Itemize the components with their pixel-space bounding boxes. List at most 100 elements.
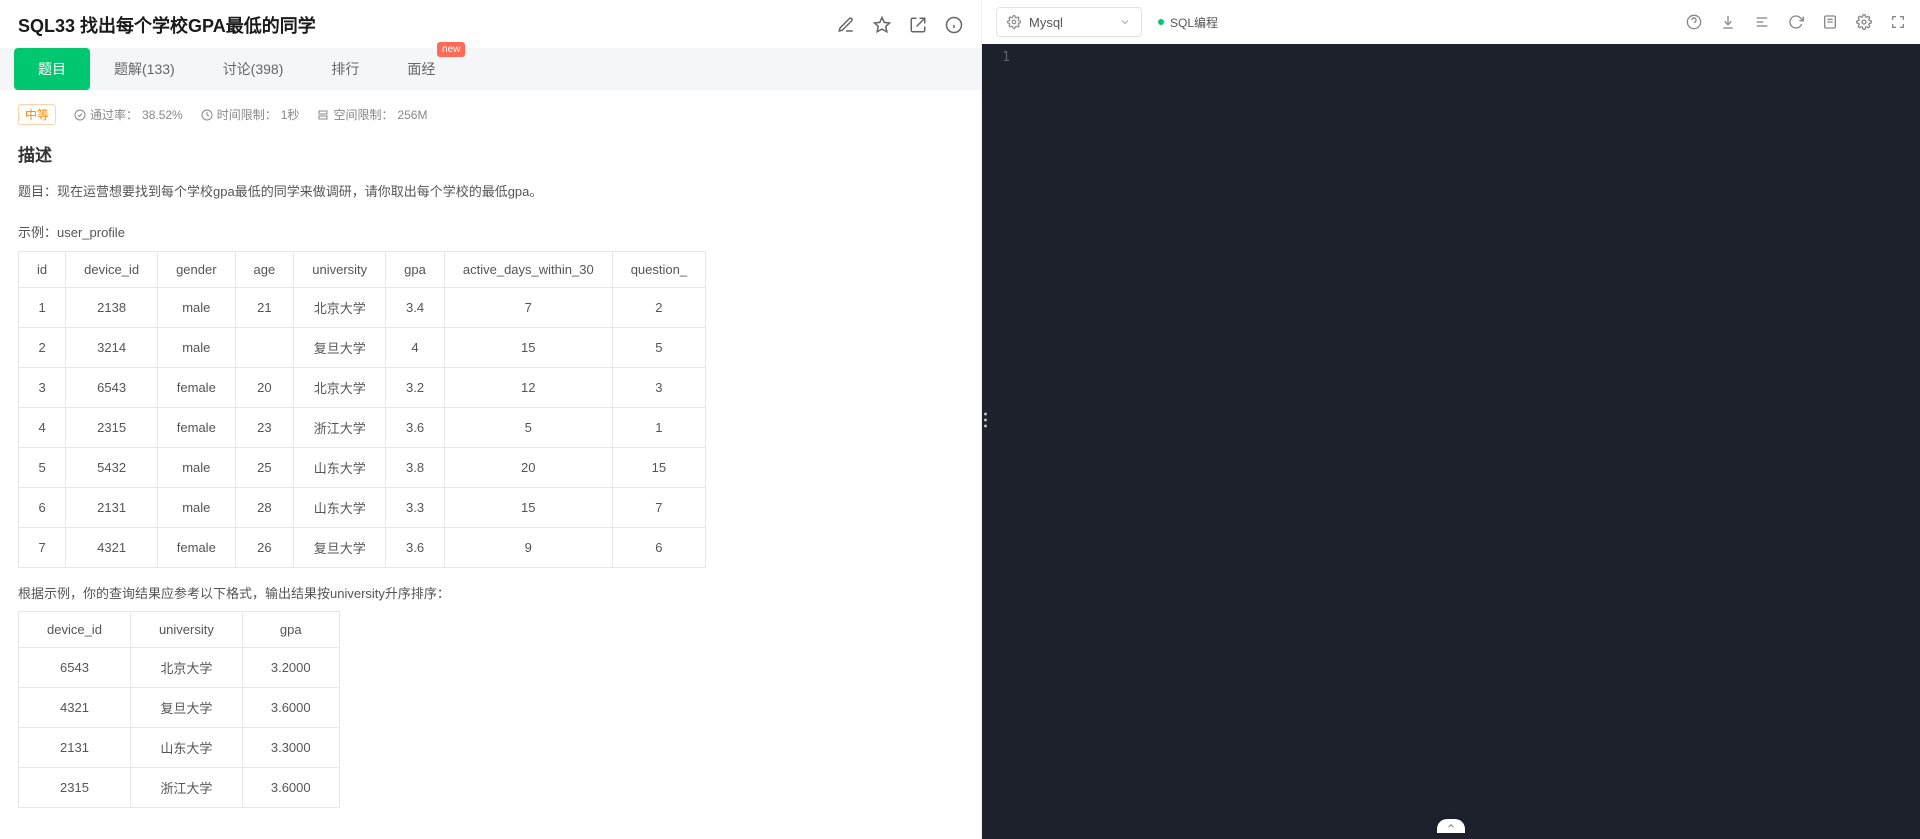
tab-label: 题解(133) bbox=[114, 59, 175, 79]
cell: female bbox=[158, 527, 235, 567]
fullscreen-icon[interactable] bbox=[1890, 14, 1906, 30]
tab-label: 讨论(398) bbox=[223, 59, 284, 79]
table-row: 42315female23浙江大学3.651 bbox=[19, 407, 706, 447]
table-row: 2131山东大学3.3000 bbox=[19, 728, 340, 768]
cell: 2315 bbox=[66, 407, 158, 447]
cell: 2 bbox=[612, 287, 705, 327]
cell: 3.6 bbox=[386, 527, 445, 567]
cell: 3.2 bbox=[386, 367, 445, 407]
cell: 4321 bbox=[19, 688, 131, 728]
check-icon bbox=[74, 109, 86, 121]
tab-problem[interactable]: 题目 bbox=[14, 48, 90, 90]
editor-toolbar: Mysql SQL编程 bbox=[982, 0, 1920, 44]
cell: 2 bbox=[19, 327, 66, 367]
panel-resize-handle[interactable] bbox=[984, 412, 987, 427]
cell: 3.8 bbox=[386, 447, 445, 487]
refresh-icon[interactable] bbox=[1788, 14, 1804, 30]
download-icon[interactable] bbox=[1720, 14, 1736, 30]
tab-solutions[interactable]: 题解(133) bbox=[90, 48, 199, 90]
cell bbox=[235, 327, 294, 367]
edit-icon[interactable] bbox=[837, 16, 855, 34]
cell: 2131 bbox=[66, 487, 158, 527]
language-select[interactable]: Mysql bbox=[996, 7, 1142, 37]
result-table-wrap: device_iduniversitygpa6543北京大学3.20004321… bbox=[18, 611, 963, 808]
problem-content[interactable]: 描述 题目：现在运营想要找到每个学校gpa最低的同学来做调研，请你取出每个学校的… bbox=[0, 139, 981, 839]
col-header: gpa bbox=[242, 612, 339, 648]
table-row: 4321复旦大学3.6000 bbox=[19, 688, 340, 728]
cell: 28 bbox=[235, 487, 294, 527]
col-header: university bbox=[294, 251, 386, 287]
table-row: 74321female26复旦大学3.696 bbox=[19, 527, 706, 567]
cell: 3.3 bbox=[386, 487, 445, 527]
format-icon[interactable] bbox=[1754, 14, 1770, 30]
cell: 北京大学 bbox=[294, 287, 386, 327]
cell: male bbox=[158, 287, 235, 327]
desc-body: 题目：现在运营想要找到每个学校gpa最低的同学来做调研，请你取出每个学校的最低g… bbox=[18, 180, 963, 203]
cell: 山东大学 bbox=[294, 487, 386, 527]
time-limit: 时间限制：1秒 bbox=[201, 106, 300, 123]
cell: 7 bbox=[612, 487, 705, 527]
code-area[interactable] bbox=[1018, 44, 1920, 839]
cell: 7 bbox=[19, 527, 66, 567]
cell: 6 bbox=[19, 487, 66, 527]
cell: 5432 bbox=[66, 447, 158, 487]
chevron-down-icon bbox=[1119, 16, 1131, 28]
cell: 15 bbox=[612, 447, 705, 487]
table-row: 36543female20北京大学3.2123 bbox=[19, 367, 706, 407]
cell: 7 bbox=[444, 287, 612, 327]
cell: female bbox=[158, 367, 235, 407]
col-header: gender bbox=[158, 251, 235, 287]
cell: 2131 bbox=[19, 728, 131, 768]
editor-mode[interactable]: SQL编程 bbox=[1158, 14, 1218, 31]
table-row: 6543北京大学3.2000 bbox=[19, 648, 340, 688]
cell: 21 bbox=[235, 287, 294, 327]
cell: female bbox=[158, 407, 235, 447]
cell: 4321 bbox=[66, 527, 158, 567]
cell: 26 bbox=[235, 527, 294, 567]
gear-icon bbox=[1007, 15, 1021, 29]
cell: 9 bbox=[444, 527, 612, 567]
info-icon[interactable] bbox=[945, 16, 963, 34]
cell: 山东大学 bbox=[294, 447, 386, 487]
example-table-wrap[interactable]: iddevice_idgenderageuniversitygpaactive_… bbox=[18, 251, 963, 568]
col-header: active_days_within_30 bbox=[444, 251, 612, 287]
star-icon[interactable] bbox=[873, 16, 891, 34]
cell: 复旦大学 bbox=[294, 327, 386, 367]
tab-rank[interactable]: 排行 bbox=[307, 48, 383, 90]
tab-discuss[interactable]: 讨论(398) bbox=[199, 48, 308, 90]
tab-label: 排行 bbox=[331, 59, 359, 79]
cell: 5 bbox=[612, 327, 705, 367]
result-table: device_iduniversitygpa6543北京大学3.20004321… bbox=[18, 611, 340, 808]
cell: 浙江大学 bbox=[294, 407, 386, 447]
cell: male bbox=[158, 447, 235, 487]
help-icon[interactable] bbox=[1686, 14, 1702, 30]
status-dot-icon bbox=[1158, 19, 1164, 25]
example-table: iddevice_idgenderageuniversitygpaactive_… bbox=[18, 251, 706, 568]
table-row: 62131male28山东大学3.3157 bbox=[19, 487, 706, 527]
cell: 浙江大学 bbox=[130, 768, 242, 808]
share-icon[interactable] bbox=[909, 16, 927, 34]
tab-experience[interactable]: 面经 new bbox=[383, 48, 459, 90]
cell: 15 bbox=[444, 327, 612, 367]
cell: 3 bbox=[19, 367, 66, 407]
col-header: id bbox=[19, 251, 66, 287]
cell: 12 bbox=[444, 367, 612, 407]
cell: 3.6 bbox=[386, 407, 445, 447]
cell: 5 bbox=[444, 407, 612, 447]
settings-icon[interactable] bbox=[1856, 14, 1872, 30]
new-badge: new bbox=[437, 42, 465, 57]
stack-icon bbox=[317, 109, 329, 121]
table-row: 12138male21北京大学3.472 bbox=[19, 287, 706, 327]
expand-console-button[interactable] bbox=[1437, 819, 1465, 833]
tab-label: 面经 bbox=[407, 59, 435, 79]
cell: 3214 bbox=[66, 327, 158, 367]
space-limit: 空间限制：256M bbox=[317, 106, 427, 123]
note-icon[interactable] bbox=[1822, 14, 1838, 30]
language-value: Mysql bbox=[1029, 15, 1063, 30]
chevron-up-icon bbox=[1444, 821, 1458, 831]
desc-heading: 描述 bbox=[18, 141, 963, 166]
code-editor[interactable]: 1 bbox=[982, 44, 1920, 839]
cell: 15 bbox=[444, 487, 612, 527]
line-gutter: 1 bbox=[982, 44, 1018, 839]
cell: 20 bbox=[235, 367, 294, 407]
